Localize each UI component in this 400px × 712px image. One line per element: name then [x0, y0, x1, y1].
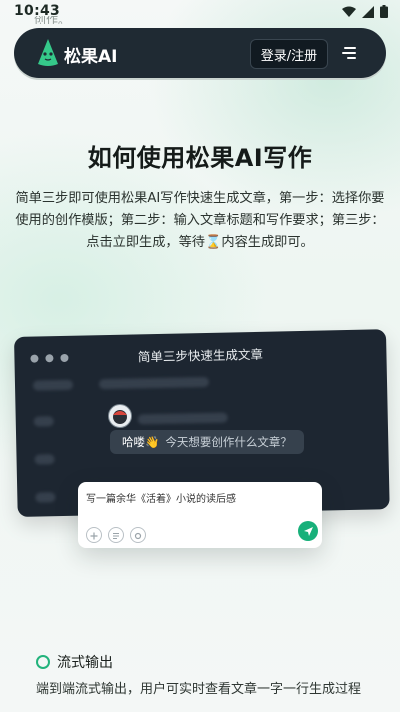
prompt-input-text[interactable]: 写一篇余华《活着》小说的读后感: [86, 490, 236, 505]
wifi-icon: [342, 6, 356, 17]
settings-icon[interactable]: [130, 527, 146, 543]
scrolled-text-fragment: 创作。: [34, 16, 71, 24]
page-description: 简单三步即可使用松果AI写作快速生成文章，第一步：选择你要使用的创作模版；第二步…: [15, 191, 385, 250]
feature-description: 端到端流式输出，用户可实时查看文章一字一行生成过程: [36, 682, 362, 697]
bot-avatar-icon: [113, 410, 127, 424]
greeting-text: 哈喽👋: [122, 435, 160, 449]
feature-bullet-icon: [36, 655, 50, 669]
blurred-row: [137, 412, 228, 425]
menu-icon[interactable]: [342, 46, 358, 60]
blurred-row: [33, 416, 54, 427]
blurred-row: [32, 379, 74, 391]
demo-window-title: 简单三步快速生成文章: [137, 346, 264, 365]
send-button[interactable]: [298, 521, 318, 541]
greeting-bubble: 哈喽👋 今天想要创作什么文章？: [110, 430, 304, 454]
send-icon: [303, 526, 313, 536]
navbar: 松果AI 登录/注册: [14, 28, 386, 78]
add-icon[interactable]: [86, 527, 102, 543]
battery-icon: [380, 5, 388, 18]
page-title: 如何使用松果AI写作: [87, 144, 313, 172]
login-register-button[interactable]: 登录/注册: [250, 39, 328, 69]
list-icon[interactable]: [108, 527, 124, 543]
cell-signal-icon: [362, 5, 374, 18]
blurred-row: [34, 454, 55, 465]
logo-icon[interactable]: [36, 38, 60, 68]
prompt-input-card[interactable]: 写一篇余华《活着》小说的读后感: [78, 482, 322, 548]
blurred-row: [35, 492, 56, 503]
blurred-row: [98, 376, 210, 390]
feature-title: 流式输出: [57, 655, 113, 671]
greeting-question: 今天想要创作什么文章？: [165, 435, 292, 449]
logo-text[interactable]: 松果AI: [64, 42, 117, 67]
bot-avatar: [108, 404, 132, 428]
